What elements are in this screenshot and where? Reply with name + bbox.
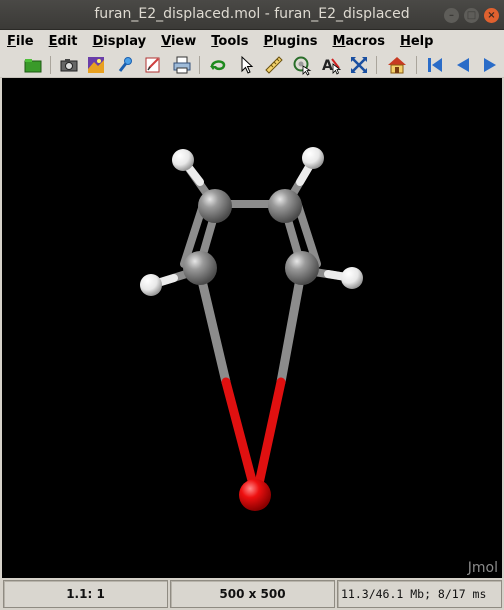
hydrogen-atom: [302, 147, 324, 169]
next-frame-icon[interactable]: [479, 54, 501, 76]
select-arrow-icon[interactable]: [236, 54, 258, 76]
bond-c-o-right-oxygen-half: [253, 377, 286, 493]
status-memory-timing: 11.3/46.1 Mb; 8/17 ms: [337, 580, 502, 608]
jmol-watermark: Jmol: [467, 560, 498, 576]
minimize-button[interactable]: –: [444, 8, 459, 23]
rotate-icon[interactable]: [207, 54, 229, 76]
open-icon[interactable]: [22, 54, 44, 76]
menu-file[interactable]: File: [7, 34, 34, 49]
toolbar-separator: [199, 56, 200, 74]
bond-c-o-left-carbon-half: [194, 263, 231, 387]
hydrogen-atom: [341, 267, 363, 289]
menu-macros[interactable]: Macros: [332, 34, 385, 49]
menu-help[interactable]: Help: [400, 34, 433, 49]
maximize-button[interactable]: □: [464, 8, 479, 23]
menu-display[interactable]: Display: [93, 34, 147, 49]
pick-icon[interactable]: [114, 54, 136, 76]
carbon-atom: [268, 189, 302, 223]
carbon-atom: [285, 251, 319, 285]
title-bar: furan_E2_displaced.mol - furan_E2_displa…: [0, 0, 504, 30]
status-bar: 1.1: 1 500 x 500 11.3/46.1 Mb; 8/17 ms: [0, 578, 504, 610]
hydrogen-atom: [140, 274, 162, 296]
bonds: [147, 156, 356, 493]
carbon-atom: [198, 189, 232, 223]
measure-ruler-icon[interactable]: [263, 54, 285, 76]
menu-tools[interactable]: Tools: [211, 34, 248, 49]
previous-frame-icon[interactable]: [452, 54, 474, 76]
toolbar-separator: [50, 56, 51, 74]
carbon-atom: [183, 251, 217, 285]
molecule-viewer-canvas[interactable]: Jmol: [2, 78, 502, 578]
bond-c-o-right-carbon-half: [276, 263, 307, 387]
status-canvas-size: 500 x 500: [170, 580, 335, 608]
camera-icon[interactable]: [58, 54, 80, 76]
toolbar-separator: [416, 56, 417, 74]
export-image-icon[interactable]: [85, 54, 107, 76]
status-frame-indicator: 1.1: 1: [3, 580, 168, 608]
crossed-arrows-icon[interactable]: [348, 54, 370, 76]
molecule-rendering: [140, 147, 363, 511]
close-button[interactable]: ×: [484, 8, 499, 23]
window-title: furan_E2_displaced.mol - furan_E2_displa…: [94, 6, 410, 22]
home-icon[interactable]: [386, 54, 408, 76]
menu-edit[interactable]: Edit: [49, 34, 78, 49]
print-icon[interactable]: [171, 54, 193, 76]
oxygen-atom: [239, 479, 271, 511]
bond-c-o-left-oxygen-half: [221, 377, 259, 493]
toolbar: A: [0, 52, 504, 78]
atom-label-icon[interactable]: A: [320, 54, 342, 76]
edit-icon[interactable]: [142, 54, 164, 76]
hydrogen-atom: [172, 149, 194, 171]
svg-text:A: A: [322, 58, 333, 74]
menu-plugins[interactable]: Plugins: [263, 34, 317, 49]
menu-bar: File Edit Display View Tools Plugins Mac…: [0, 30, 504, 52]
menu-view[interactable]: View: [161, 34, 196, 49]
toolbar-separator: [376, 56, 377, 74]
application-window: furan_E2_displaced.mol - furan_E2_displa…: [0, 0, 504, 610]
spin-center-icon[interactable]: [291, 54, 313, 76]
first-frame-icon[interactable]: [424, 54, 446, 76]
